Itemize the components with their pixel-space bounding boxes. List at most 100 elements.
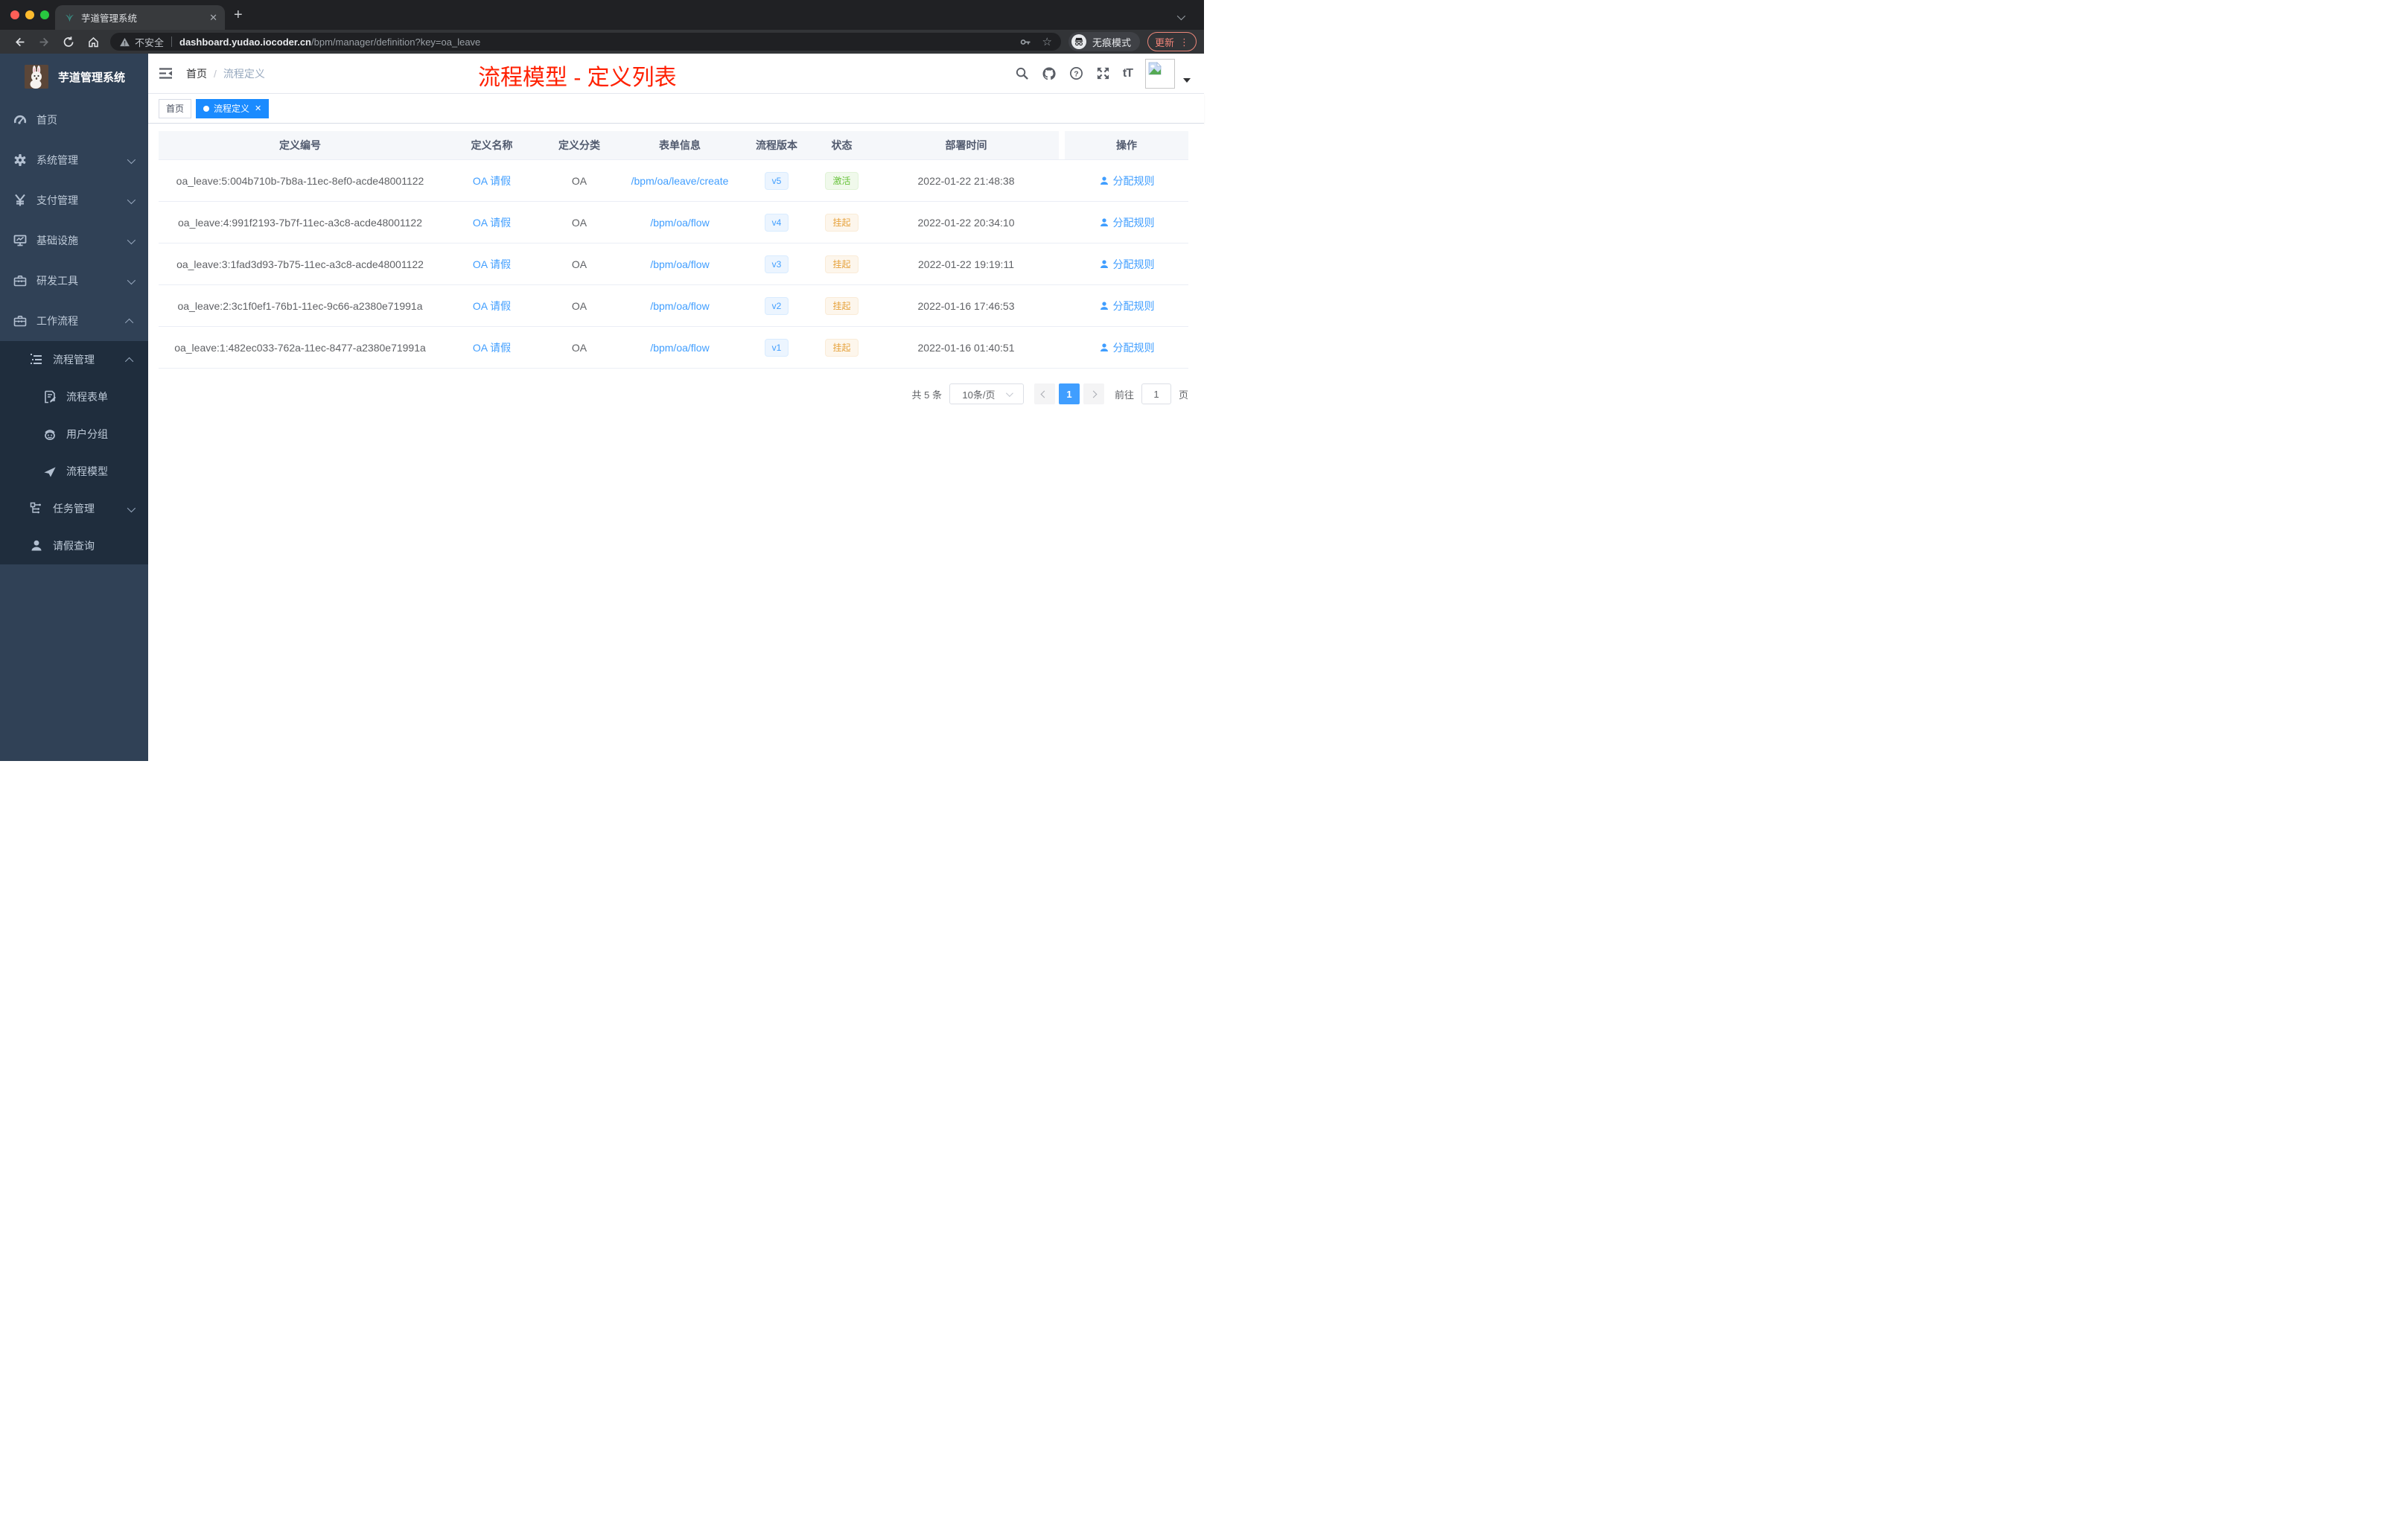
tree-icon [30,502,43,515]
assign-rule-link[interactable]: 分配规则 [1099,299,1155,313]
yen-icon [13,194,27,207]
sidebar-item-label: 首页 [36,114,57,126]
incognito-label: 无痕模式 [1092,36,1131,48]
tab-strip: 芋道管理系统 ✕ + [0,0,1204,30]
table-row: oa_leave:3:1fad3d93-7b75-11ec-a3c8-acde4… [159,243,1188,285]
definition-name-link[interactable]: OA 请假 [473,299,511,313]
definition-id-cell: oa_leave:1:482ec033-762a-11ec-8477-a2380… [159,327,442,368]
paper-plane-icon [43,465,57,479]
avatar-dropdown-caret[interactable] [1183,77,1191,83]
sidebar-item-infrastructure[interactable]: 基础设施 [0,220,148,261]
definition-name-link[interactable]: OA 请假 [473,340,511,355]
column-header: 定义编号 [159,131,442,159]
assign-rule-link[interactable]: 分配规则 [1099,173,1155,188]
version-cell: v5 [743,160,810,201]
bookmark-star-icon[interactable]: ☆ [1042,36,1052,48]
sidebar-item-system-management[interactable]: 系统管理 [0,140,148,180]
assign-rule-link[interactable]: 分配规则 [1099,340,1155,355]
page-size-select[interactable]: 10条/页 [949,383,1024,404]
form-link[interactable]: /bpm/oa/flow [650,217,709,229]
page-annotation: 流程模型 - 定义列表 [478,66,677,90]
form-info-cell: /bpm/oa/flow [617,285,743,326]
font-size-icon[interactable]: tT [1123,67,1133,80]
table-row: oa_leave:4:991f2193-7b7f-11ec-a3c8-acde4… [159,202,1188,243]
search-icon[interactable] [1015,66,1029,80]
action-cell: 分配规则 [1065,202,1188,243]
sidebar-item-leave-query[interactable]: 请假查询 [0,527,148,564]
forward-icon[interactable] [38,36,51,48]
next-page-button[interactable] [1083,383,1104,404]
browser-tab[interactable]: 芋道管理系统 ✕ [55,5,225,30]
tag-close-icon[interactable]: ✕ [255,104,261,113]
tag-label: 首页 [166,104,185,114]
zoom-button[interactable] [40,10,49,19]
pagination: 共 5 条 10条/页 1 前往 1 页 [159,383,1188,404]
assign-rule-link[interactable]: 分配规则 [1099,215,1155,230]
sidebar-item-workflow[interactable]: 工作流程 [0,301,148,341]
sidebar-item-home[interactable]: 首页 [0,100,148,140]
sidebar-item-label: 支付管理 [36,194,78,206]
workflow-submenu: 流程管理流程表单 用户分组 流程模型 任务管理请假查询 [0,341,148,564]
version-tag: v2 [764,296,789,315]
sidebar-logo[interactable]: 芋道管理系统 [0,54,148,100]
breadcrumb: 首页 / 流程定义 [186,66,265,81]
form-info-cell: /bpm/oa/flow [617,243,743,284]
definition-table: 定义编号 定义名称 定义分类 表单信息 流程版本 状态 部署时间 操作 oa_leave:5:… [159,131,1188,369]
sidebar-item-process-form[interactable]: 流程表单 [0,378,148,415]
help-icon[interactable]: ? [1069,66,1083,80]
chevron-up-icon [124,315,134,328]
address-bar[interactable]: 不安全 dashboard.yudao.iocoder.cn/bpm/manag… [110,33,1061,51]
key-icon[interactable] [1019,36,1032,48]
definition-name-link[interactable]: OA 请假 [473,173,511,188]
sidebar-item-process-model[interactable]: 流程模型 [0,453,148,490]
fullscreen-icon[interactable] [1096,66,1110,80]
breadcrumb-home[interactable]: 首页 [186,66,207,81]
definition-name-cell: OA 请假 [442,285,542,326]
sidebar-item-user-group[interactable]: 用户分组 [0,415,148,453]
user-avatar-broken-image[interactable] [1145,58,1175,89]
status-cell: 挂起 [810,243,873,284]
page-number-1[interactable]: 1 [1058,383,1080,404]
sidebar-item-task-management[interactable]: 任务管理 [0,490,148,527]
sidebar-item-label: 请假查询 [53,540,95,552]
minimize-button[interactable] [25,10,34,19]
column-header: 表单信息 [617,131,743,159]
prev-page-button[interactable] [1033,383,1055,404]
sidebar: 芋道管理系统 首页系统管理支付管理基础设施 研发工具 工作流程流程管理流程表单 用户分… [0,54,148,761]
github-icon[interactable] [1042,66,1057,81]
browser-toolbar: 不安全 dashboard.yudao.iocoder.cn/bpm/manag… [0,30,1204,54]
new-tab-button[interactable]: + [234,7,243,22]
back-icon[interactable] [13,36,26,48]
reload-icon[interactable] [63,36,75,48]
definition-name-cell: OA 请假 [442,243,542,284]
fixed-column-gap [1059,202,1065,243]
sidebar-item-process-management[interactable]: 流程管理 [0,341,148,378]
home-icon[interactable] [87,36,100,48]
status-tag: 挂起 [825,255,859,273]
security-label: 不安全 [135,36,165,48]
assign-user-icon [1099,259,1109,270]
chevron-down-icon [127,235,136,246]
sidebar-collapse-icon[interactable] [159,67,173,80]
sidebar-item-dev-tools[interactable]: 研发工具 [0,261,148,301]
form-link[interactable]: /bpm/oa/flow [650,300,709,312]
definition-name-link[interactable]: OA 请假 [473,257,511,272]
form-link[interactable]: /bpm/oa/leave/create [631,175,729,187]
tag-process-definition[interactable]: 流程定义 ✕ [196,98,270,118]
goto-page-input[interactable]: 1 [1141,383,1171,404]
active-tag-dot [203,105,210,112]
assign-rule-link[interactable]: 分配规则 [1099,257,1155,272]
sidebar-item-payment-management[interactable]: 支付管理 [0,180,148,220]
tab-close-icon[interactable]: ✕ [209,13,217,22]
tag-home[interactable]: 首页 [159,98,192,118]
update-menu-button[interactable]: 更新 ⋮ [1147,32,1197,51]
page-size-value: 10条/页 [962,389,996,401]
form-link[interactable]: /bpm/oa/flow [650,258,709,270]
definition-name-link[interactable]: OA 请假 [473,215,511,230]
sidebar-item-label: 流程管理 [53,354,95,366]
tab-search-chevron-icon[interactable] [1176,10,1186,24]
form-link[interactable]: /bpm/oa/flow [650,342,709,354]
close-button[interactable] [10,10,19,19]
fixed-column-gap [1059,160,1065,201]
table-row: oa_leave:2:3c1f0ef1-76b1-11ec-9c66-a2380… [159,285,1188,327]
